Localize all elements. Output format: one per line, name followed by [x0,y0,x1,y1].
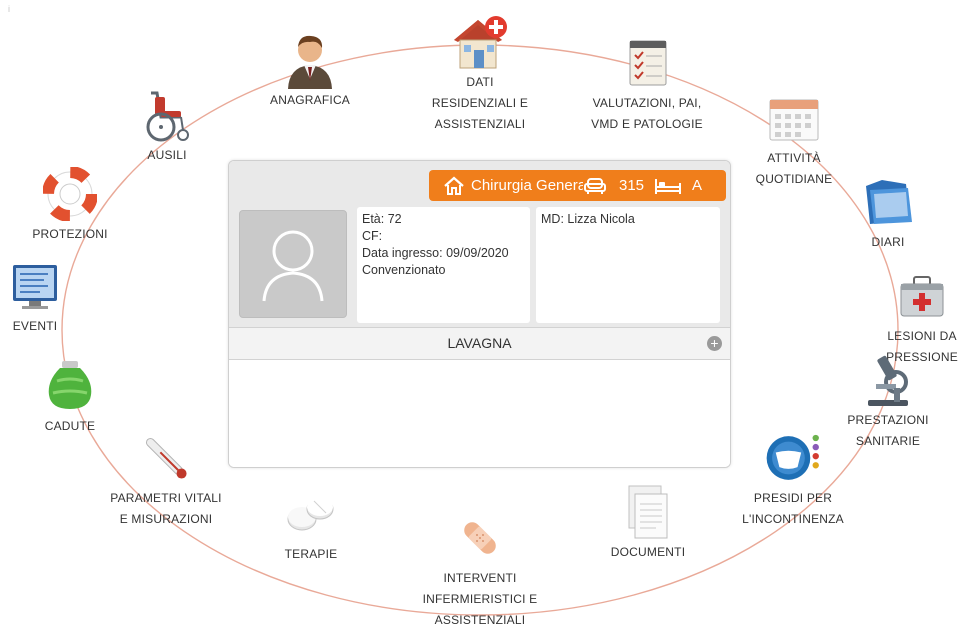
nav-terapie[interactable]: TERAPIE [276,484,346,565]
patient-regime: Convenzionato [362,263,446,277]
nav-eventi[interactable]: EVENTI [2,256,68,337]
ward-name: Chirurgia Generale [471,177,583,194]
armchair-icon [584,177,606,194]
nav-dati-residenziali[interactable]: DATI RESIDENZIALI E ASSISTENZIALI [418,12,542,135]
nav-parametri[interactable]: PARAMETRI VITALI E MISURAZIONI [104,428,228,530]
nav-cadute-label: CADUTE [44,419,96,433]
patient-admission-date: Data ingresso: 09/09/2020 [362,246,509,260]
nav-protezioni[interactable]: PROTEZIONI [22,164,118,245]
patient-doctor-panel: MD: Lizza Nicola [536,207,720,323]
nav-terapie-label: TERAPIE [284,547,338,561]
nav-anagrafica[interactable]: ANAGRAFICA [270,30,350,111]
nav-attivita-quotidiane-label: ATTIVITÀ QUOTIDIANE [755,151,833,186]
home-icon [444,176,464,195]
patient-info-panel: Età: 72 CF: Data ingresso: 09/09/2020 Co… [357,207,530,323]
nav-parametri-label: PARAMETRI VITALI E MISURAZIONI [110,491,222,526]
lavagna-title: LAVAGNA [447,335,512,351]
calendar-icon [764,88,824,148]
nav-protezioni-label: PROTEZIONI [32,227,108,241]
ward-bar[interactable]: Chirurgia Generale 315 A [429,170,726,201]
patient-age: Età: 72 [362,212,402,226]
thermometer-icon [136,428,196,488]
wheelchair-icon [137,85,197,145]
nav-eventi-label: EVENTI [12,319,58,333]
patient-cf: CF: [362,229,383,243]
house-icon [450,12,510,72]
nav-anagrafica-label: ANAGRAFICA [270,93,351,107]
ice-bag-icon [40,356,100,416]
documents-icon [618,482,678,542]
nav-presidi[interactable]: PRESIDI PER L'INCONTINENZA [737,428,849,530]
nav-valutazioni[interactable]: VALUTAZIONI, PAI, VMD E PATOLOGIE [582,33,712,135]
nav-interventi[interactable]: INTERVENTI INFERMIERISTICI E ASSISTENZIA… [418,508,542,631]
nav-dati-residenziali-label: DATI RESIDENZIALI E ASSISTENZIALI [431,75,529,131]
nav-interventi-label: INTERVENTI INFERMIERISTICI E ASSISTENZIA… [422,571,538,627]
lifebuoy-icon [40,164,100,224]
monitor-icon [5,256,65,316]
nav-attivita-quotidiane[interactable]: ATTIVITÀ QUOTIDIANE [748,88,840,190]
nav-cadute[interactable]: CADUTE [36,356,104,437]
avatar-icon [262,230,324,302]
nav-prestazioni-label: PRESTAZIONI SANITARIE [847,413,929,448]
first-aid-kit-icon [892,266,952,326]
corner-mark: i [8,4,10,14]
lavagna-board [229,360,730,467]
nav-documenti-label: DOCUMENTI [610,545,686,559]
microscope-icon [858,350,918,410]
bandage-icon [450,508,510,568]
nav-ausili[interactable]: AUSILI [132,85,202,166]
lavagna-add-button[interactable]: + [707,336,722,351]
room-number: 315 [619,177,645,194]
nav-presidi-label: PRESIDI PER L'INCONTINENZA [742,491,844,526]
patient-photo-placeholder [239,210,347,318]
nav-prestazioni[interactable]: PRESTAZIONI SANITARIE [842,350,934,452]
bed-icon [655,178,682,194]
nav-documenti[interactable]: DOCUMENTI [605,482,691,563]
nav-ausili-label: AUSILI [147,148,187,162]
patient-doctor: MD: Lizza Nicola [541,212,635,226]
patient-card: Chirurgia Generale 315 A Età [228,160,731,468]
pills-icon [281,484,341,544]
user-icon [280,30,340,90]
folder-icon [858,172,918,232]
diaper-icon [763,428,823,488]
nav-valutazioni-label: VALUTAZIONI, PAI, VMD E PATOLOGIE [591,96,703,131]
nav-diari-label: DIARI [871,235,905,249]
nav-diari[interactable]: DIARI [856,172,920,253]
checklist-icon [617,33,677,93]
patient-card-header: Chirurgia Generale 315 A Età [229,161,730,327]
lavagna-header: LAVAGNA + [229,327,730,360]
bed-letter: A [692,177,703,194]
